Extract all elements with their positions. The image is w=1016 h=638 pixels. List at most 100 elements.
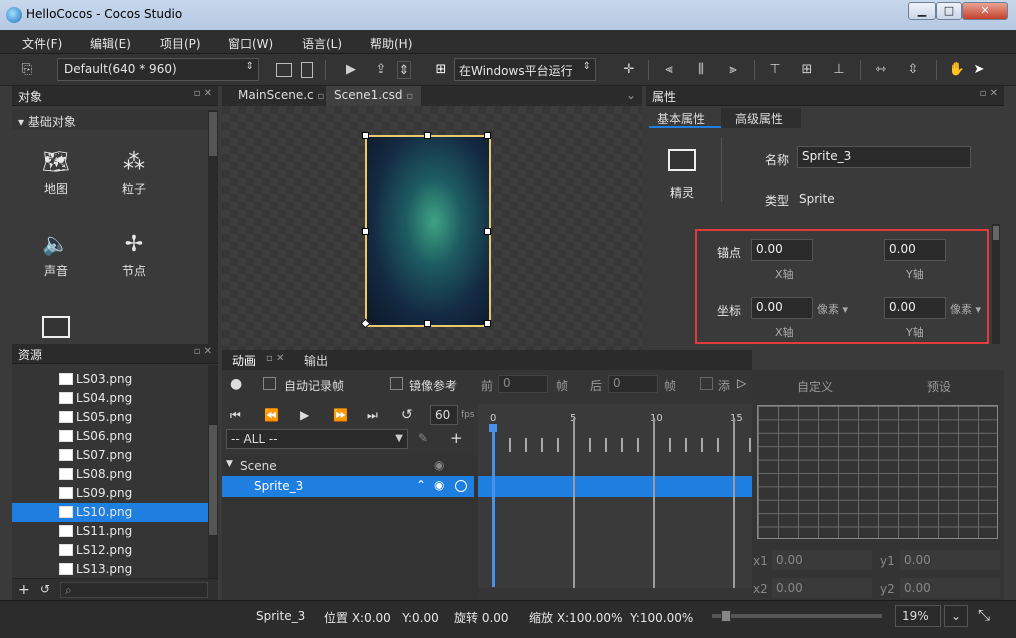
resource-file-item[interactable]: LS13.png bbox=[12, 560, 208, 576]
objects-scrollbar[interactable] bbox=[208, 110, 218, 344]
curve-grid[interactable] bbox=[757, 405, 998, 539]
menu-project[interactable]: 项目(P) bbox=[160, 35, 201, 52]
y1-input[interactable]: 0.00 bbox=[900, 550, 1000, 570]
resource-file-item[interactable]: LS07.png bbox=[12, 446, 208, 465]
objects-section-header[interactable]: ▾ 基础对象 bbox=[12, 110, 208, 130]
fit-screen-icon[interactable]: ⤡ bbox=[978, 606, 990, 624]
zoom-slider[interactable] bbox=[712, 610, 882, 622]
tab-scene1[interactable]: Scene1.csd ▫ bbox=[326, 86, 422, 106]
publish-menu-icon[interactable]: ⇕ bbox=[397, 61, 411, 79]
last-frame-icon[interactable]: ⏭ bbox=[367, 408, 378, 423]
zoom-dropdown[interactable]: ⌄ bbox=[944, 605, 968, 627]
resource-file-item[interactable]: LS10.png bbox=[12, 503, 208, 522]
align-right-icon[interactable]: ⫸ bbox=[724, 61, 742, 79]
resource-file-item[interactable]: LS08.png bbox=[12, 465, 208, 484]
resize-handle[interactable] bbox=[484, 228, 491, 235]
resize-handle[interactable] bbox=[362, 132, 369, 139]
add-animation-icon[interactable]: ● bbox=[230, 376, 242, 392]
pointer-tool-icon[interactable]: ➤ bbox=[970, 61, 988, 79]
align-center-h-icon[interactable]: ⫼ bbox=[692, 61, 710, 79]
resource-file-item[interactable]: LS06.png bbox=[12, 427, 208, 446]
x2-input[interactable]: 0.00 bbox=[772, 578, 872, 598]
align-middle-v-icon[interactable]: ⊞ bbox=[798, 61, 816, 79]
add-frame-checkbox[interactable] bbox=[700, 377, 713, 390]
properties-scrollbar[interactable] bbox=[992, 224, 1000, 344]
eye-icon[interactable]: ◉ bbox=[434, 458, 444, 472]
resize-handle[interactable] bbox=[484, 132, 491, 139]
publish-icon[interactable]: ⇪ bbox=[372, 61, 390, 79]
menu-help[interactable]: 帮助(H) bbox=[370, 35, 412, 52]
resolution-select[interactable]: Default(640 * 960) ⇕ bbox=[57, 58, 259, 81]
tree-root[interactable]: Scene bbox=[240, 459, 277, 473]
auto-record-checkbox[interactable] bbox=[263, 377, 276, 390]
resize-handle[interactable] bbox=[424, 320, 431, 327]
resource-file-item[interactable]: LS05.png bbox=[12, 408, 208, 427]
add-icon[interactable]: + bbox=[18, 582, 30, 598]
animation-filter-select[interactable]: -- ALL -- ▼ bbox=[226, 429, 408, 449]
play-icon[interactable]: ▶ bbox=[342, 61, 360, 79]
tab-animation[interactable]: 动画 bbox=[232, 352, 256, 369]
x1-input[interactable]: 0.00 bbox=[772, 550, 872, 570]
distribute-h-icon[interactable]: ⇿ bbox=[872, 61, 890, 79]
resize-handle[interactable] bbox=[484, 320, 491, 327]
distribute-v-icon[interactable]: ⇳ bbox=[904, 61, 922, 79]
zoom-slider-thumb[interactable] bbox=[720, 610, 731, 622]
resize-handle[interactable] bbox=[424, 132, 431, 139]
prev-frame-input[interactable]: 0 bbox=[498, 375, 548, 393]
collapse-arrow-icon[interactable]: ▼ bbox=[226, 459, 233, 469]
object-map[interactable]: 🗺 地图 bbox=[26, 150, 86, 197]
tab-output[interactable]: 输出 bbox=[304, 352, 328, 369]
y2-input[interactable]: 0.00 bbox=[900, 578, 1000, 598]
landscape-icon[interactable] bbox=[276, 63, 292, 77]
resource-file-item[interactable]: LS04.png bbox=[12, 389, 208, 408]
hand-tool-icon[interactable]: ✋ bbox=[948, 61, 966, 79]
menu-file[interactable]: 文件(F) bbox=[22, 35, 62, 52]
playhead[interactable] bbox=[492, 425, 495, 587]
panel-pin-close-icon[interactable]: ▫ ✕ bbox=[194, 88, 212, 99]
tab-custom[interactable]: 自定义 bbox=[797, 378, 833, 395]
add-icon[interactable]: + bbox=[450, 429, 463, 447]
mirror-ref-checkbox[interactable] bbox=[390, 377, 403, 390]
panel-pin-close-icon[interactable]: ▫ ✕ bbox=[194, 346, 212, 357]
object-node[interactable]: ✢ 节点 bbox=[104, 232, 164, 279]
loop-icon[interactable]: ↺ bbox=[401, 407, 413, 423]
first-frame-icon[interactable]: ⏮ bbox=[230, 408, 241, 423]
resources-scrollbar[interactable] bbox=[208, 365, 218, 578]
fit-icon[interactable]: ✛ bbox=[620, 61, 638, 79]
resize-handle[interactable] bbox=[362, 228, 369, 235]
align-left-icon[interactable]: ⫷ bbox=[660, 61, 678, 79]
align-top-icon[interactable]: ⊤ bbox=[766, 61, 784, 79]
minimize-button[interactable]: ▁ bbox=[908, 2, 936, 20]
play-icon[interactable]: ▶ bbox=[300, 408, 309, 422]
object-particle[interactable]: ⁂ 粒子 bbox=[104, 150, 164, 197]
panel-pin-close-icon[interactable]: ▫ ✕ bbox=[980, 88, 998, 99]
edit-pen-icon[interactable]: ✎ bbox=[418, 431, 428, 445]
name-input[interactable]: Sprite_3 bbox=[797, 146, 971, 168]
play-right-icon[interactable]: ▷ bbox=[737, 376, 746, 390]
resource-search-input[interactable]: ⌕ bbox=[60, 582, 208, 598]
fps-input[interactable]: 60 bbox=[430, 405, 458, 425]
tab-preset[interactable]: 预设 bbox=[927, 378, 951, 395]
resource-file-item[interactable]: LS11.png bbox=[12, 522, 208, 541]
menu-window[interactable]: 窗口(W) bbox=[228, 35, 273, 52]
timeline-track-selected[interactable] bbox=[478, 476, 752, 497]
close-button[interactable]: ✕ bbox=[962, 2, 1008, 20]
prev-frame-icon[interactable]: ⏪ bbox=[264, 408, 279, 422]
align-bottom-icon[interactable]: ⊥ bbox=[830, 61, 848, 79]
lock-icon[interactable]: ⌃ bbox=[416, 478, 426, 492]
run-target-select[interactable]: 在Windows平台运行 ⇕ bbox=[454, 58, 596, 81]
zoom-input[interactable]: 19% bbox=[895, 605, 941, 627]
resource-file-item[interactable]: LS03.png bbox=[12, 370, 208, 389]
maximize-button[interactable]: □ bbox=[936, 2, 962, 20]
menu-edit[interactable]: 编辑(E) bbox=[90, 35, 131, 52]
sprite-preview[interactable] bbox=[360, 132, 491, 329]
resource-file-item[interactable]: LS12.png bbox=[12, 541, 208, 560]
visibility-circle-icon[interactable] bbox=[455, 480, 467, 492]
refresh-icon[interactable]: ↺ bbox=[40, 582, 50, 596]
close-icon[interactable]: ▫ bbox=[406, 91, 413, 102]
eye-icon[interactable]: ◉ bbox=[434, 478, 444, 492]
tab-basic-props[interactable]: 基本属性 bbox=[649, 108, 721, 128]
tab-advanced-props[interactable]: 高级属性 bbox=[721, 108, 801, 128]
next-frame-input[interactable]: 0 bbox=[608, 375, 658, 393]
tree-row-selected[interactable]: Sprite_3 ⌃ ◉ bbox=[222, 476, 474, 497]
